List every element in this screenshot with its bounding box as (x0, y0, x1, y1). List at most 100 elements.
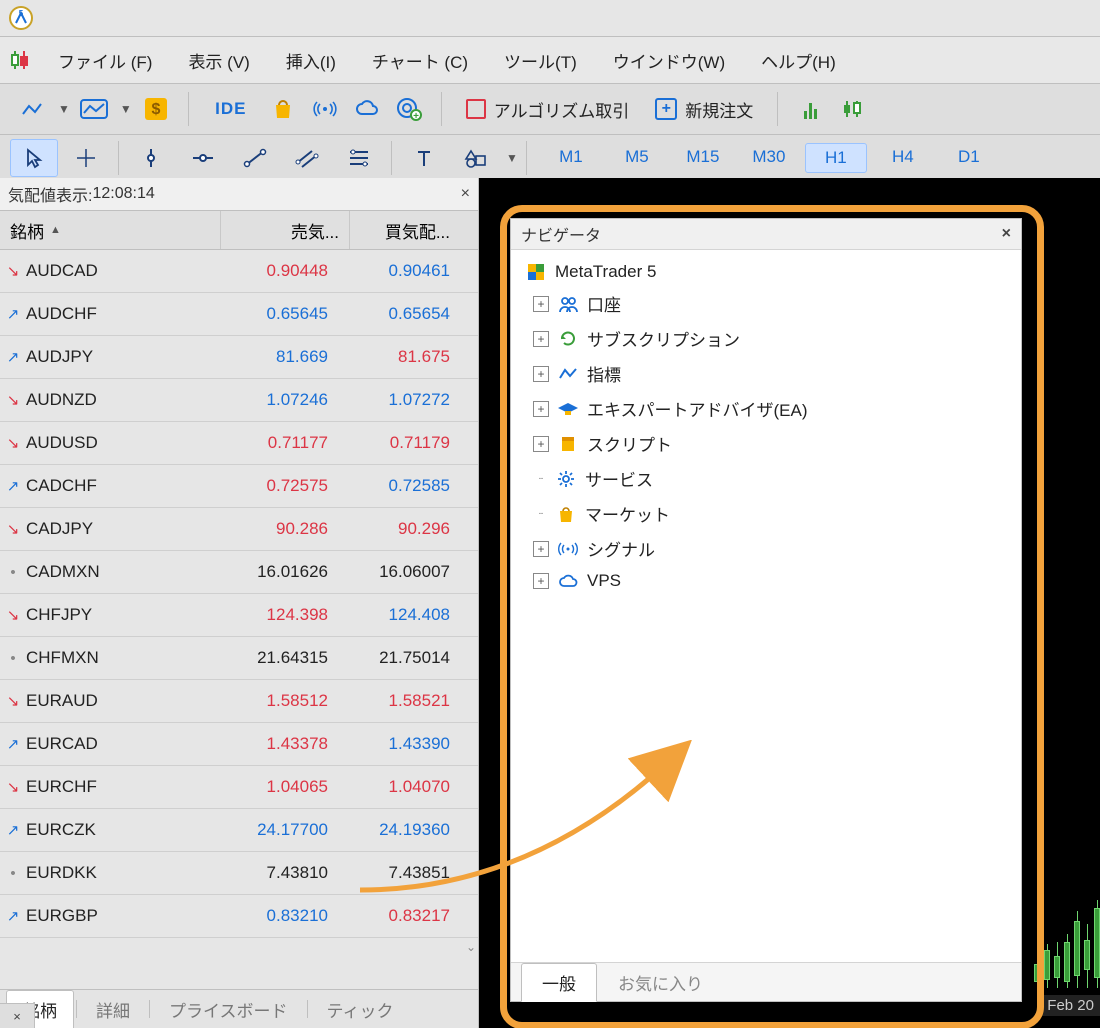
symbol-row[interactable]: ↘AUDCAD0.904480.90461 (0, 250, 478, 293)
nav-tab[interactable]: 一般 (521, 963, 597, 1002)
ask-price: 1.58521 (338, 691, 478, 711)
expand-icon[interactable]: + (533, 331, 549, 347)
tree-item[interactable]: ···サービス (525, 461, 1013, 496)
timeframe-m30[interactable]: M30 (739, 143, 799, 173)
title-bar: 5 (0, 0, 1100, 37)
timeframe-m15[interactable]: M15 (673, 143, 733, 173)
tree-label: サブスクリプション (587, 326, 740, 351)
symbol-name: AUDNZD (26, 390, 210, 410)
symbol-row[interactable]: •EURDKK7.438107.43851 (0, 852, 478, 895)
market-watch-title: 気配値表示: 12:08:14 × (0, 178, 478, 211)
mw-tab[interactable]: ティック (310, 990, 411, 1028)
cloud-icon[interactable] (349, 91, 385, 127)
close-icon[interactable]: × (1002, 225, 1011, 243)
tree-item[interactable]: +スクリプト (525, 426, 1013, 461)
col-ask[interactable]: 買気配... (350, 218, 478, 243)
symbol-row[interactable]: ↗AUDJPY81.66981.675 (0, 336, 478, 379)
symbol-row[interactable]: ↘AUDNZD1.072461.07272 (0, 379, 478, 422)
bid-price: 124.398 (210, 605, 338, 625)
trend-flat-icon: • (0, 564, 26, 581)
ide-button[interactable]: IDE (203, 91, 259, 127)
tree-item[interactable]: +VPS (525, 566, 1013, 596)
menu-item[interactable]: ツール(T) (486, 42, 595, 79)
menu-item[interactable]: 挿入(I) (268, 42, 354, 79)
dropdown-caret-icon[interactable]: ▼ (120, 102, 132, 116)
tree-item[interactable]: +エキスパートアドバイザ(EA) (525, 391, 1013, 426)
tree-item[interactable]: + サブスクリプション (525, 321, 1013, 356)
symbol-row[interactable]: ↗EURCAD1.433781.43390 (0, 723, 478, 766)
crosshair-tool-icon[interactable] (62, 139, 110, 177)
symbol-row[interactable]: ↘EURCHF1.040651.04070 (0, 766, 478, 809)
expand-icon[interactable]: + (533, 573, 549, 589)
expand-icon[interactable]: + (533, 296, 549, 312)
shapes-tool-icon[interactable] (452, 139, 500, 177)
trend-up-icon: ↗ (0, 907, 26, 925)
col-bid[interactable]: 売気... (221, 218, 349, 243)
tree-item[interactable]: +指標 (525, 356, 1013, 391)
signal-icon[interactable] (307, 91, 343, 127)
symbol-row[interactable]: ↘AUDUSD0.711770.71179 (0, 422, 478, 465)
tree-item[interactable]: ···マーケット (525, 496, 1013, 531)
vline-tool-icon[interactable] (127, 139, 175, 177)
timeframe-m5[interactable]: M5 (607, 143, 667, 173)
expand-icon[interactable]: + (533, 541, 549, 557)
shopping-bag-icon[interactable] (265, 91, 301, 127)
text-tool-icon[interactable] (400, 139, 448, 177)
symbol-row[interactable]: ↘EURAUD1.585121.58521 (0, 680, 478, 723)
col-symbol[interactable]: 銘柄 ▲ (0, 218, 220, 243)
dollar-icon[interactable]: $ (138, 91, 174, 127)
timeframe-d1[interactable]: D1 (939, 143, 999, 173)
symbol-row[interactable]: ↘CADJPY90.28690.296 (0, 508, 478, 551)
chart-type-icon[interactable] (8, 43, 40, 77)
ask-price: 0.71179 (338, 433, 478, 453)
menu-item[interactable]: ウインドウ(W) (595, 42, 743, 79)
menu-item[interactable]: ファイル (F) (40, 42, 170, 79)
bid-price: 24.17700 (210, 820, 338, 840)
trend-flat-icon: • (0, 865, 26, 882)
tree-item[interactable]: +シグナル (525, 531, 1013, 566)
bars-green-icon[interactable] (792, 91, 828, 127)
symbol-row[interactable]: ↗AUDCHF0.656450.65654 (0, 293, 478, 336)
symbol-row[interactable]: ↗CADCHF0.725750.72585 (0, 465, 478, 508)
bag-icon (555, 505, 577, 523)
dropdown-caret-icon[interactable]: ▼ (506, 151, 518, 165)
menu-item[interactable]: チャート (C) (354, 42, 486, 79)
dropdown-caret-icon[interactable]: ▼ (58, 102, 70, 116)
symbol-row[interactable]: ↘CHFJPY124.398124.408 (0, 594, 478, 637)
algo-trading-button[interactable]: アルゴリズム取引 (456, 91, 640, 127)
timeframe-h1[interactable]: H1 (805, 143, 867, 173)
timeframe-h4[interactable]: H4 (873, 143, 933, 173)
ask-price: 81.675 (338, 347, 478, 367)
radar-add-icon[interactable]: + (391, 91, 427, 127)
tree-item[interactable]: +口座 (525, 286, 1013, 321)
hline-tool-icon[interactable] (179, 139, 227, 177)
mw-tab[interactable]: 詳細 (79, 990, 147, 1028)
main-toolbar: ▼ ▼ $ IDE + アルゴリズム取引 +新規注文 (0, 84, 1100, 135)
menu-item[interactable]: 表示 (V) (170, 42, 267, 79)
bottom-close-icon[interactable]: × (0, 1003, 35, 1028)
symbol-row[interactable]: •CHFMXN21.6431521.75014 (0, 637, 478, 680)
trend-down-icon: ↘ (0, 262, 26, 280)
symbol-row[interactable]: •CADMXN16.0162616.06007 (0, 551, 478, 594)
nav-tab[interactable]: お気に入り (597, 963, 724, 1002)
trendline-tool-icon[interactable] (231, 139, 279, 177)
new-order-button[interactable]: +新規注文 (645, 91, 763, 127)
line-chart-icon[interactable] (14, 91, 50, 127)
candles-green-icon[interactable] (834, 91, 870, 127)
expand-icon[interactable]: + (533, 436, 549, 452)
expand-icon[interactable]: + (533, 401, 549, 417)
expand-icon[interactable]: + (533, 366, 549, 382)
trend-down-icon: ↘ (0, 692, 26, 710)
mw-tab[interactable]: プライスボード (152, 990, 305, 1028)
symbol-row[interactable]: ↗EURCZK24.1770024.19360 (0, 809, 478, 852)
area-chart-icon[interactable] (76, 91, 112, 127)
cursor-tool-icon[interactable] (10, 139, 58, 177)
tree-root[interactable]: MetaTrader 5 (525, 258, 1013, 286)
fib-tool-icon[interactable] (335, 139, 383, 177)
timeframe-m1[interactable]: M1 (541, 143, 601, 173)
channel-tool-icon[interactable] (283, 139, 331, 177)
close-icon[interactable]: × (461, 185, 470, 203)
chevron-down-icon[interactable]: ⌄ (466, 940, 476, 954)
symbol-row[interactable]: ↗EURGBP0.832100.83217 (0, 895, 478, 938)
menu-item[interactable]: ヘルプ(H) (743, 42, 854, 79)
